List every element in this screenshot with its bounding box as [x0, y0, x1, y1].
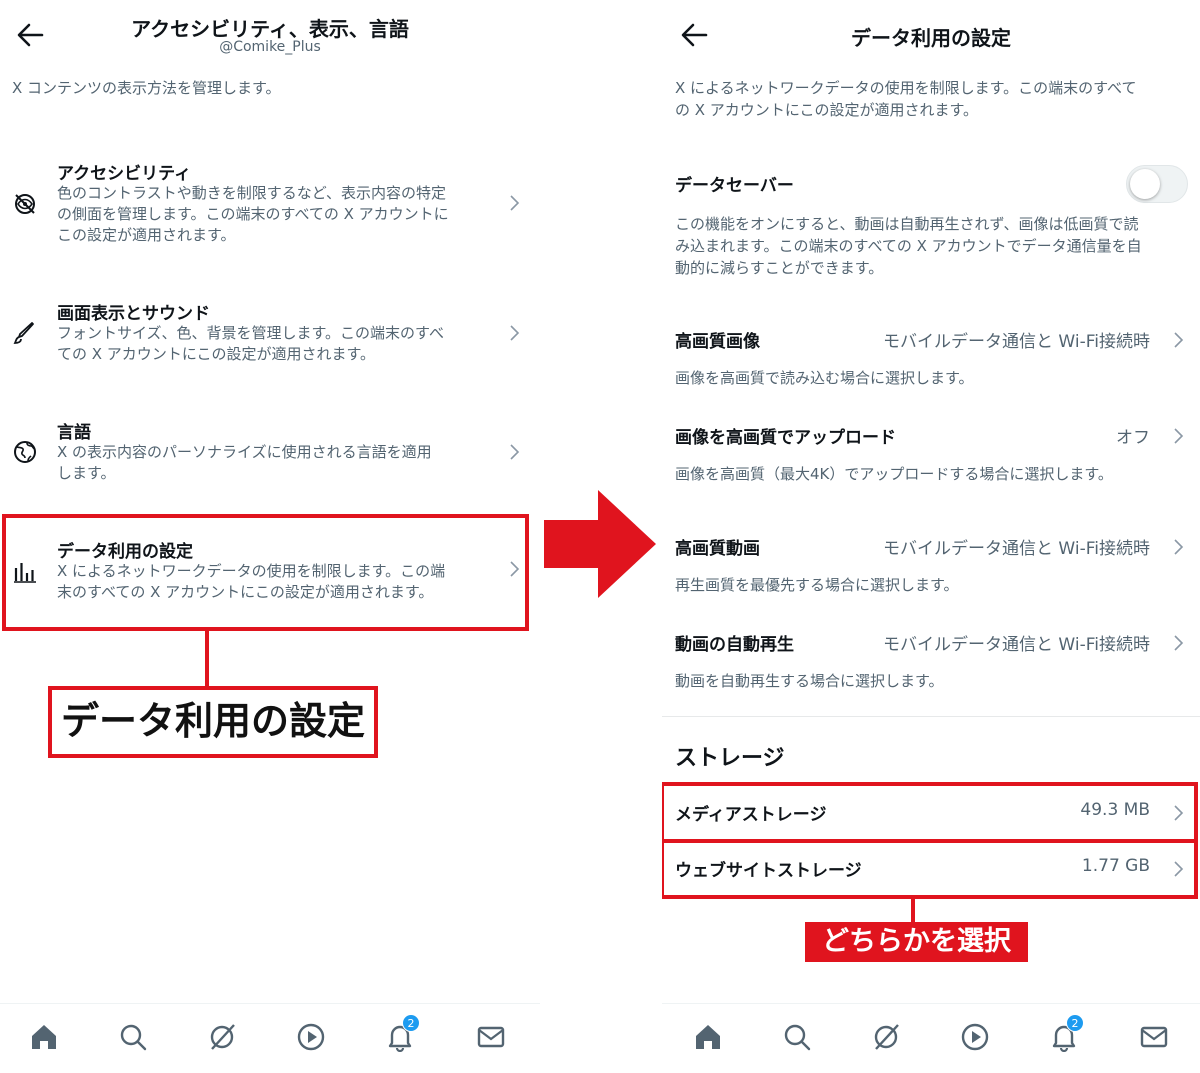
setting-title: 高画質動画 — [675, 539, 760, 559]
storage-section-title: ストレージ — [675, 746, 785, 771]
notification-count-badge: 2 — [1066, 1014, 1084, 1032]
callout-connector — [911, 898, 915, 924]
notifications-bell-icon[interactable]: 2 — [1049, 1014, 1084, 1053]
setting-title: 画像を高画質でアップロード — [675, 428, 896, 448]
callout-label-data-usage: データ利用の設定 — [48, 686, 378, 758]
chevron-right-icon — [508, 324, 520, 342]
transition-arrow-icon — [544, 490, 656, 598]
chevron-right-icon — [508, 194, 520, 212]
menu-item-language[interactable]: 言語 X の表示内容のパーソナライズに使用される言語を適用 します。 — [0, 414, 540, 494]
menu-item-title: 言語 — [57, 423, 91, 443]
grok-icon[interactable] — [207, 1022, 237, 1052]
page-description: X コンテンツの表示方法を管理します。 — [12, 79, 281, 97]
home-icon[interactable] — [693, 1022, 723, 1052]
home-icon[interactable] — [29, 1022, 59, 1052]
data-saver-description: この機能をオンにすると、動画は自動再生されず、画像は低画質で読 み込まれます。こ… — [675, 213, 1142, 279]
setting-value: モバイルデータ通信と Wi-Fi接続時 — [883, 539, 1150, 559]
menu-item-accessibility[interactable]: アクセシビリティ 色のコントラストや動きを制限するなど、表示内容の特定 の側面を… — [0, 155, 540, 255]
search-icon[interactable] — [118, 1022, 148, 1052]
account-handle: @Comike_Plus — [219, 39, 321, 55]
left-screen: アクセシビリティ、表示、言語 @Comike_Plus X コンテンツの表示方法… — [0, 0, 540, 1073]
description-line: ての X アカウントにこの設定が適用されます。 — [57, 345, 376, 363]
description-line: み込まれます。この端末のすべての X アカウントでデータ通信量を自 — [675, 237, 1142, 255]
description-line: します。 — [57, 464, 116, 482]
page-title: データ利用の設定 — [851, 26, 1011, 50]
description-line: X の表示内容のパーソナライズに使用される言語を適用 — [57, 443, 432, 461]
page-description: X によるネットワークデータの使用を制限します。この端末のすべて の X アカウ… — [675, 77, 1136, 121]
bottom-navigation: 2 — [662, 1003, 1200, 1073]
globe-icon — [12, 439, 38, 465]
right-screen: データ利用の設定 X によるネットワークデータの使用を制限します。この端末のすべ… — [662, 0, 1200, 1073]
menu-item-title: アクセシビリティ — [57, 164, 192, 184]
description-line: の側面を管理します。この端末のすべての X アカウントに — [57, 205, 449, 223]
menu-item-description: 色のコントラストや動きを制限するなど、表示内容の特定 の側面を管理します。この端… — [57, 183, 492, 246]
toggle-knob — [1130, 169, 1160, 199]
menu-item-description: フォントサイズ、色、背景を管理します。この端末のすべ ての X アカウントにこの… — [57, 323, 492, 365]
menu-item-title: 画面表示とサウンド — [57, 304, 210, 324]
highlight-frame-data-usage — [2, 514, 529, 631]
mail-icon[interactable] — [476, 1022, 506, 1052]
setting-description: 再生画質を最優先する場合に選択します。 — [675, 576, 959, 594]
setting-title: 動画の自動再生 — [675, 635, 794, 655]
brush-icon — [12, 320, 38, 346]
setting-value: モバイルデータ通信と Wi-Fi接続時 — [883, 332, 1150, 352]
description-line: 動的に減らすことができます。 — [675, 259, 884, 277]
description-line: の X アカウントにこの設定が適用されます。 — [675, 101, 979, 119]
description-line: この機能をオンにすると、動画は自動再生されず、画像は低画質で読 — [675, 215, 1139, 233]
mail-icon[interactable] — [1139, 1022, 1169, 1052]
setting-description: 画像を高画質で読み込む場合に選択します。 — [675, 369, 974, 387]
callout-connector — [205, 631, 209, 688]
callout-label-choose-one: どちらかを選択 — [805, 922, 1028, 962]
page-title: アクセシビリティ、表示、言語 — [131, 17, 409, 41]
description-line: X によるネットワークデータの使用を制限します。この端末のすべて — [675, 79, 1137, 97]
video-play-icon[interactable] — [296, 1022, 326, 1052]
setting-description: 画像を高画質（最大4K）でアップロードする場合に選択します。 — [675, 465, 1113, 483]
accessibility-icon — [12, 191, 38, 217]
video-play-icon[interactable] — [960, 1022, 990, 1052]
chevron-right-icon — [1172, 634, 1184, 652]
data-saver-title: データセーバー — [675, 176, 794, 196]
bottom-navigation: 2 — [0, 1003, 540, 1073]
description-line: 色のコントラストや動きを制限するなど、表示内容の特定 — [57, 184, 446, 202]
setting-value: オフ — [1116, 428, 1150, 448]
section-divider — [662, 716, 1200, 717]
menu-item-description: X の表示内容のパーソナライズに使用される言語を適用 します。 — [57, 442, 492, 484]
chevron-right-icon — [508, 443, 520, 461]
setting-value: モバイルデータ通信と Wi-Fi接続時 — [883, 635, 1150, 655]
data-saver-toggle[interactable] — [1126, 165, 1188, 203]
menu-item-display-sound[interactable]: 画面表示とサウンド フォントサイズ、色、背景を管理します。この端末のすべ ての … — [0, 295, 540, 375]
chevron-right-icon — [1172, 331, 1184, 349]
description-line: フォントサイズ、色、背景を管理します。この端末のすべ — [57, 324, 445, 342]
notification-count-badge: 2 — [402, 1014, 420, 1032]
highlight-frame-website-storage — [662, 839, 1198, 899]
notifications-bell-icon[interactable]: 2 — [385, 1014, 420, 1053]
setting-description: 動画を自動再生する場合に選択します。 — [675, 672, 944, 690]
search-icon[interactable] — [782, 1022, 812, 1052]
grok-icon[interactable] — [871, 1022, 901, 1052]
chevron-right-icon — [1172, 538, 1184, 556]
chevron-right-icon — [1172, 427, 1184, 445]
highlight-frame-media-storage — [662, 782, 1198, 843]
setting-title: 高画質画像 — [675, 332, 760, 352]
description-line: この設定が適用されます。 — [57, 226, 236, 244]
